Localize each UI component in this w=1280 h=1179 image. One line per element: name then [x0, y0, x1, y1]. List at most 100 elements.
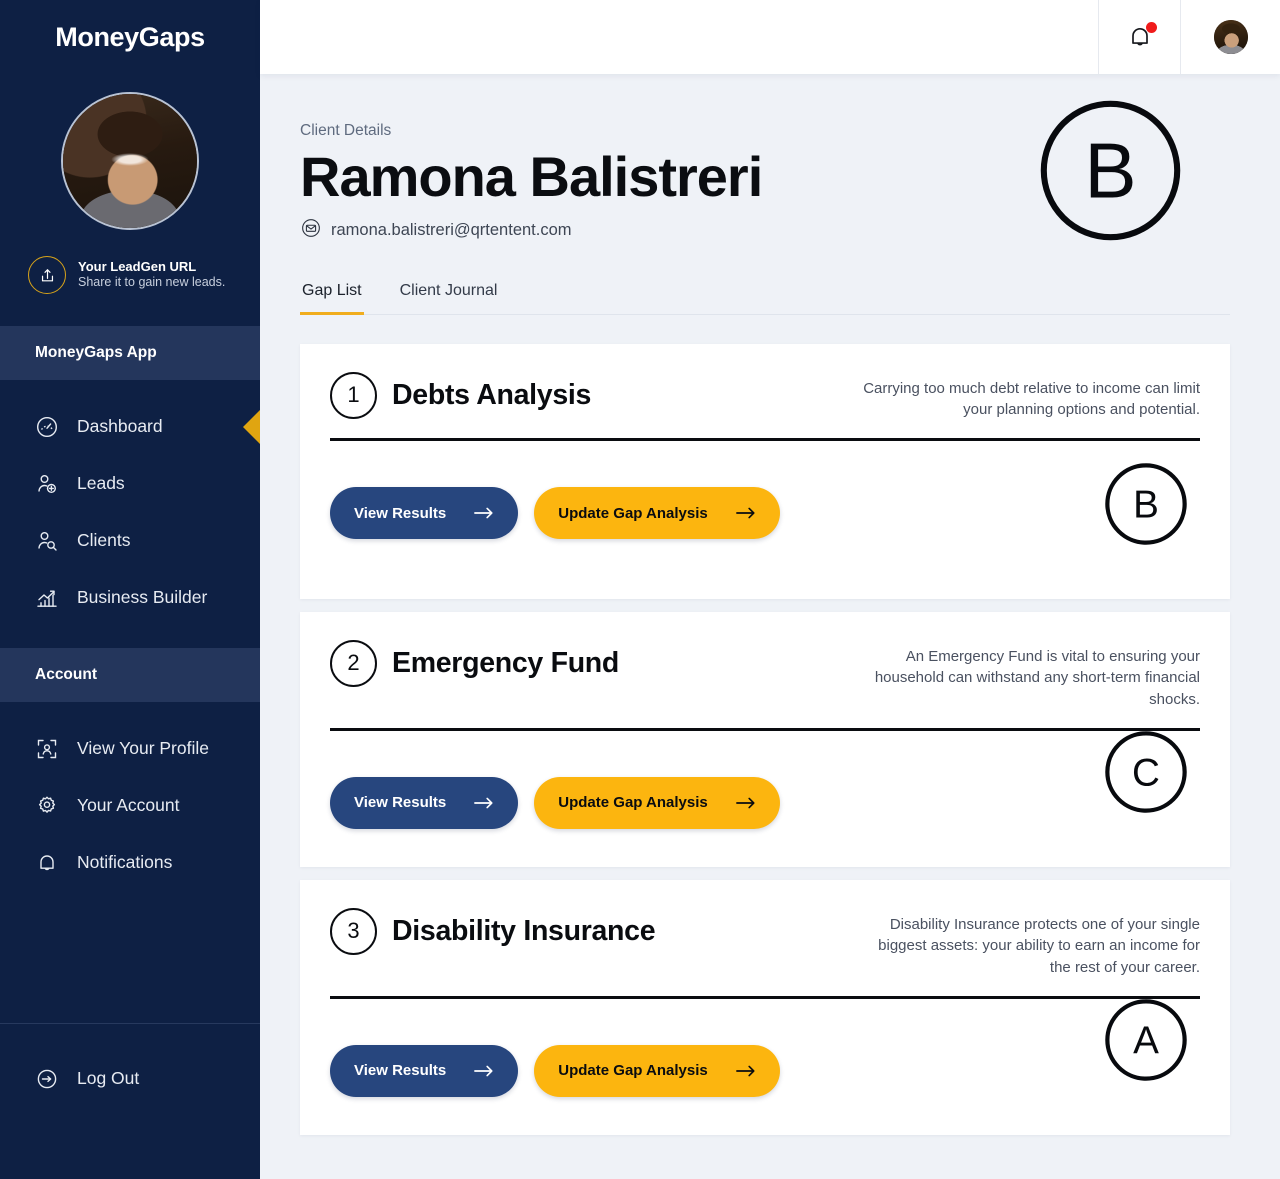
sidebar-item-notifications[interactable]: Notifications [0, 834, 260, 891]
user-avatar-button[interactable] [1180, 0, 1280, 74]
app-root: MoneyGaps Your LeadGen URL Share it to g… [0, 0, 1280, 1179]
sidebar-item-clients-label: Clients [77, 530, 131, 550]
update-gap-analysis-button[interactable]: Update Gap Analysis [534, 1044, 780, 1097]
account-nav: View Your Profile Your Account Notificat… [0, 702, 260, 891]
user-search-icon [34, 528, 60, 554]
arrow-right-icon [735, 1065, 755, 1077]
gap-card-title: Disability Insurance [392, 914, 656, 947]
bell-wrap [1126, 22, 1157, 51]
arrow-right-icon [474, 797, 493, 809]
gap-number-badge: 1 [330, 371, 377, 419]
main-area: Client Details Ramona Balistreri ramona.… [260, 0, 1280, 1179]
gap-card-list: 1 Debts Analysis Carrying too much debt … [300, 343, 1230, 1135]
gap-card-title: Debts Analysis [392, 378, 592, 411]
sidebar-avatar-wrap [0, 92, 260, 230]
gap-card-title-group: 1 Debts Analysis [330, 371, 592, 419]
page-header: Client Details Ramona Balistreri ramona.… [300, 74, 1230, 244]
gap-grade-badge: A [1104, 998, 1188, 1082]
bar-chart-up-icon [34, 585, 60, 611]
brand-logo[interactable]: MoneyGaps [0, 0, 260, 74]
brand-name: MoneyGaps [55, 21, 205, 52]
gap-grade-letter: A [1133, 1019, 1159, 1062]
view-results-label: View Results [354, 794, 447, 812]
overall-grade-badge: B [1038, 98, 1183, 243]
sidebar-item-dashboard[interactable]: Dashboard [0, 398, 260, 455]
active-marker-icon [243, 409, 260, 444]
arrow-right-icon [474, 507, 493, 519]
share-icon[interactable] [28, 256, 66, 294]
gap-card: 2 Emergency Fund An Emergency Fund is vi… [300, 611, 1230, 867]
gap-grade-badge: C [1104, 730, 1188, 814]
sidebar-item-log-out-label: Log Out [77, 1068, 140, 1088]
gauge-icon [34, 414, 60, 440]
arrow-right-icon [735, 797, 755, 809]
gap-card-title-group: 2 Emergency Fund [330, 639, 620, 687]
sidebar-item-leads[interactable]: Leads [0, 455, 260, 512]
leadgen-title: Your LeadGen URL [78, 259, 197, 275]
sidebar-item-notifications-label: Notifications [77, 852, 173, 872]
update-gap-analysis-label: Update Gap Analysis [558, 504, 708, 522]
gap-card-actions: View Results Update Gap Analysis [330, 776, 1200, 829]
gap-card-rule [330, 995, 1200, 999]
gear-icon [34, 793, 60, 819]
gap-card-title-group: 3 Disability Insurance [330, 907, 656, 955]
gap-card: 3 Disability Insurance Disability Insura… [300, 879, 1230, 1135]
view-results-label: View Results [354, 1062, 447, 1080]
gap-card: 1 Debts Analysis Carrying too much debt … [300, 343, 1230, 599]
sidebar-item-dashboard-label: Dashboard [77, 416, 163, 436]
leadgen-url-block[interactable]: Your LeadGen URL Share it to gain new le… [28, 256, 260, 294]
sidebar-item-log-out[interactable]: Log Out [0, 1050, 260, 1107]
logout-zone: Log Out [0, 1024, 260, 1107]
update-gap-analysis-button[interactable]: Update Gap Analysis [534, 487, 780, 540]
notification-badge-dot [1145, 22, 1157, 33]
view-results-button[interactable]: View Results [330, 776, 519, 829]
gap-card-actions: View Results Update Gap Analysis [330, 487, 1200, 540]
content: Client Details Ramona Balistreri ramona.… [260, 74, 1280, 1179]
avatar-photo [1213, 20, 1248, 54]
sidebar-item-your-account-label: Your Account [77, 795, 180, 815]
tabs: Gap List Client Journal [300, 282, 1230, 315]
section-header-app: MoneyGaps App [0, 326, 260, 380]
gap-card-rule [330, 727, 1200, 731]
avatar [61, 92, 199, 230]
tab-client-journal[interactable]: Client Journal [398, 282, 500, 315]
logout-arrow-icon [34, 1066, 60, 1092]
view-results-label: View Results [354, 504, 447, 522]
arrow-right-icon [474, 1065, 493, 1077]
gap-card-header: 1 Debts Analysis Carrying too much debt … [330, 371, 1200, 422]
sidebar-item-your-account[interactable]: Your Account [0, 777, 260, 834]
sidebar: MoneyGaps Your LeadGen URL Share it to g… [0, 0, 260, 1179]
gap-number-badge: 3 [330, 907, 377, 955]
update-gap-analysis-label: Update Gap Analysis [558, 1062, 708, 1080]
section-header-account: Account [0, 648, 260, 702]
update-gap-analysis-button[interactable]: Update Gap Analysis [534, 776, 780, 829]
gap-card-title: Emergency Fund [392, 646, 620, 679]
gap-grade-letter: C [1132, 751, 1160, 794]
sidebar-item-business-builder[interactable]: Business Builder [0, 569, 260, 626]
gap-card-description: An Emergency Fund is vital to ensuring y… [874, 647, 1200, 709]
leadgen-subtitle: Share it to gain new leads. [78, 275, 226, 290]
section-header-account-label: Account [35, 666, 97, 683]
overall-grade-letter: B [1084, 127, 1136, 215]
view-results-button[interactable]: View Results [330, 1044, 519, 1097]
notifications-button[interactable] [1098, 0, 1180, 74]
sidebar-item-clients[interactable]: Clients [0, 512, 260, 569]
view-results-button[interactable]: View Results [330, 487, 519, 540]
leadgen-text: Your LeadGen URL Share it to gain new le… [78, 259, 225, 290]
gap-card-header: 2 Emergency Fund An Emergency Fund is vi… [330, 639, 1200, 711]
topbar [260, 0, 1280, 74]
section-header-app-label: MoneyGaps App [35, 344, 157, 361]
envelope-icon [300, 217, 322, 244]
gap-card-description: Carrying too much debt relative to incom… [863, 379, 1200, 419]
gap-card-header: 3 Disability Insurance Disability Insura… [330, 907, 1200, 979]
gap-number-badge: 2 [330, 639, 377, 687]
sidebar-item-view-your-profile[interactable]: View Your Profile [0, 720, 260, 777]
tab-gap-list[interactable]: Gap List [300, 282, 364, 315]
avatar-photo [63, 94, 197, 228]
gap-grade-badge: B [1104, 462, 1188, 546]
avatar [1213, 20, 1248, 54]
gap-card-rule [330, 438, 1200, 442]
update-gap-analysis-label: Update Gap Analysis [558, 794, 708, 812]
sidebar-item-view-your-profile-label: View Your Profile [77, 738, 209, 758]
